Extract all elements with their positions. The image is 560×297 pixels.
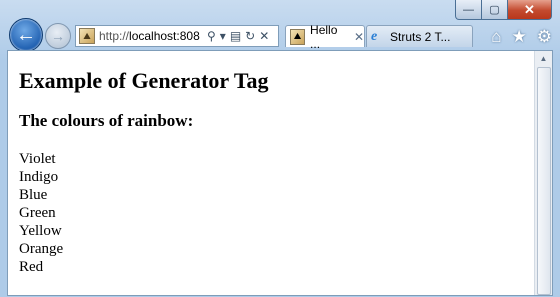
forward-arrow-icon: →	[51, 28, 65, 44]
list-item: Violet	[19, 151, 56, 167]
tab-hello[interactable]: ⛰ Hello ... ✕	[285, 23, 365, 51]
gear-icon[interactable]: ⚙	[537, 27, 552, 47]
window-controls: — ▢ ✕	[455, 0, 552, 20]
page-viewport: Example of Generator Tag The colours of …	[7, 50, 553, 296]
browser-window: — ▢ ✕ ← → ⛰ http://localhost:808 ⚲ ▾ ▤ ↻…	[0, 0, 560, 297]
minimize-button[interactable]: —	[455, 0, 482, 20]
list-item: Red	[19, 259, 44, 275]
close-window-button[interactable]: ✕	[508, 0, 552, 20]
compatibility-view-icon[interactable]: ▤	[230, 29, 241, 43]
forward-button[interactable]: →	[45, 23, 71, 49]
url-prefix: http://	[99, 29, 130, 43]
search-icon[interactable]: ⚲	[207, 29, 216, 43]
back-arrow-icon: ←	[16, 23, 36, 46]
list-item: Indigo	[19, 169, 59, 185]
url-text[interactable]: http://localhost:808	[99, 29, 205, 43]
back-button[interactable]: ←	[9, 18, 43, 52]
home-icon[interactable]: ⌂	[491, 27, 501, 47]
address-bar-icons: ⚲ ▾ ▤ ↻ ✕	[207, 29, 269, 43]
list-item: Blue	[19, 187, 48, 203]
maximize-button[interactable]: ▢	[482, 0, 508, 20]
page-favicon-icon: ⛰	[79, 28, 95, 44]
toolbar-icons: ⌂ ★ ⚙	[491, 27, 552, 47]
address-bar[interactable]: ⛰ http://localhost:808 ⚲ ▾ ▤ ↻ ✕	[75, 25, 279, 47]
vertical-scrollbar[interactable]: ▲	[534, 51, 552, 295]
tab-title: Hello ...	[310, 22, 338, 51]
stop-icon[interactable]: ✕	[259, 29, 269, 43]
list-item: Green	[19, 205, 56, 221]
tab-title: Struts 2 T...	[390, 29, 451, 44]
close-tab-icon[interactable]: ✕	[354, 30, 364, 44]
page-content: Example of Generator Tag The colours of …	[19, 51, 534, 276]
scroll-up-arrow-icon[interactable]: ▲	[538, 53, 549, 65]
favorites-star-icon[interactable]: ★	[512, 27, 527, 47]
page-favicon-icon: ⛰	[290, 28, 306, 45]
tab-struts[interactable]: e Struts 2 T...	[366, 25, 473, 47]
page-title: Example of Generator Tag	[19, 68, 269, 93]
scrollbar-thumb[interactable]	[537, 67, 551, 295]
refresh-icon[interactable]: ↻	[245, 29, 255, 43]
list-item: Yellow	[19, 223, 62, 239]
url-host: localhost:808	[129, 29, 200, 43]
list-item: Orange	[19, 241, 64, 257]
ie-favicon-icon: e	[371, 28, 378, 44]
colour-list: Violet Indigo Blue Green Yellow Orange R…	[19, 150, 534, 276]
page-subtitle: The colours of rainbow:	[19, 111, 194, 130]
chevron-down-icon[interactable]: ▾	[220, 29, 226, 43]
